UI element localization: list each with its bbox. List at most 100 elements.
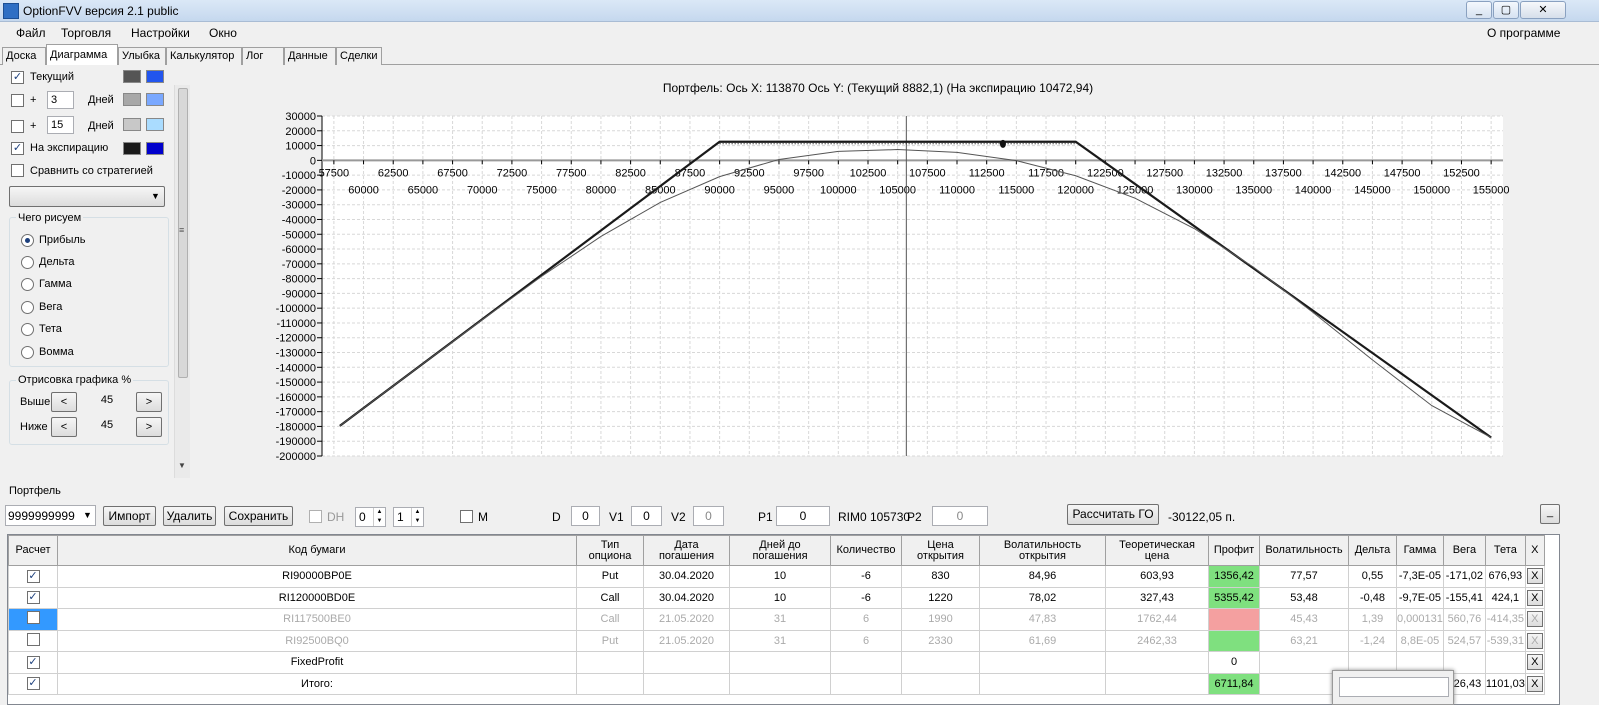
remove-row-button[interactable]: X	[1526, 589, 1543, 606]
remove-row-button[interactable]: X	[1526, 611, 1543, 628]
above-increase-button[interactable]: >	[136, 392, 162, 412]
current-color-swatch[interactable]	[123, 70, 141, 83]
radio-vomma[interactable]	[21, 346, 34, 359]
plus-days-2-input[interactable]: 15	[47, 116, 74, 134]
expiry-checkbox[interactable]: ✓	[11, 142, 24, 155]
tab-data[interactable]: Данные	[284, 47, 336, 65]
minimize-button[interactable]: _	[1466, 1, 1492, 19]
v2-field[interactable]: 0	[693, 506, 724, 526]
column-header[interactable]: Дней до погашения	[729, 535, 831, 566]
spin-arrows-icon[interactable]: ▲ ▼	[411, 508, 423, 526]
column-header[interactable]: Тета	[1484, 535, 1526, 566]
dh-checkbox[interactable]	[309, 510, 322, 523]
table-row[interactable]: RI92500BQ0 Put 21.05.2020 31 6 2330 61,69 2462,…	[8, 629, 1545, 652]
import-button[interactable]: Импорт	[103, 506, 156, 526]
restore-button[interactable]: ▢	[1493, 1, 1519, 19]
table-row[interactable]: ✓ Итого: 6711,84 826,43 1101,03 X	[8, 672, 1545, 695]
row-checkbox[interactable]: ✓	[26, 591, 40, 605]
menu-settings[interactable]: Настройки	[131, 26, 190, 40]
radio-profit[interactable]	[21, 234, 34, 247]
table-row[interactable]: ✓ RI120000BD0E Call 30.04.2020 10 -6 1220 78,02…	[8, 586, 1545, 609]
tab-calculator[interactable]: Калькулятор	[166, 47, 242, 65]
row-calc-cell[interactable]	[8, 629, 58, 652]
current-alt-color-swatch[interactable]	[146, 70, 164, 83]
row-checkbox[interactable]: ✓	[26, 655, 40, 669]
column-header[interactable]: Профит	[1208, 535, 1260, 566]
table-row[interactable]: ✓ FixedProfit 0 X	[8, 651, 1545, 674]
column-header[interactable]: Теоретическая цена	[1105, 535, 1209, 566]
below-increase-button[interactable]: >	[136, 417, 162, 437]
tab-smile[interactable]: Улыбка	[118, 47, 166, 65]
expiry-alt-color-swatch[interactable]	[146, 142, 164, 155]
row-calc-cell[interactable]	[8, 608, 58, 631]
column-header[interactable]: Вега	[1442, 535, 1486, 566]
close-button[interactable]: ✕	[1520, 1, 1566, 19]
column-header[interactable]: Волатильность открытия	[979, 535, 1106, 566]
collapse-button[interactable]: _	[1540, 504, 1560, 524]
m-checkbox[interactable]	[460, 510, 473, 523]
tab-board[interactable]: Доска	[2, 47, 46, 65]
strategy-dropdown[interactable]: ▼	[9, 186, 165, 207]
popup-window[interactable]	[1332, 670, 1454, 705]
menu-trading[interactable]: Торговля	[61, 26, 111, 40]
compare-checkbox[interactable]	[11, 164, 24, 177]
popup-input[interactable]	[1339, 677, 1449, 697]
row-checkbox[interactable]	[26, 611, 40, 625]
column-header[interactable]: Тип опциона	[576, 535, 644, 566]
table-row[interactable]: RI117500BE0 Call 21.05.2020 31 6 1990 47,83 176…	[8, 608, 1545, 631]
tab-diagram[interactable]: Диаграмма	[46, 44, 118, 66]
table-row[interactable]: ✓ RI90000BP0E Put 30.04.2020 10 -6 830 84,96 603…	[8, 565, 1545, 588]
spin1-input[interactable]: 0 ▲ ▼	[355, 507, 386, 527]
save-button[interactable]: Сохранить	[224, 506, 293, 526]
expiry-color-swatch[interactable]	[123, 142, 141, 155]
spin2-input[interactable]: 1 ▲ ▼	[393, 507, 424, 527]
plus-days-1-input[interactable]: 3	[47, 91, 74, 109]
plus1-alt-color-swatch[interactable]	[146, 93, 164, 106]
radio-vega[interactable]	[21, 301, 34, 314]
radio-theta[interactable]	[21, 323, 34, 336]
plus2-alt-color-swatch[interactable]	[146, 118, 164, 131]
v1-field[interactable]: 0	[631, 506, 662, 526]
scrollbar-thumb[interactable]: ≡	[178, 88, 188, 378]
remove-row-button[interactable]: X	[1526, 568, 1543, 585]
tab-deals[interactable]: Сделки	[336, 47, 382, 65]
delete-button[interactable]: Удалить	[163, 506, 216, 526]
column-header[interactable]: Дельта	[1348, 535, 1397, 566]
calculate-margin-button[interactable]: Рассчитать ГО	[1067, 504, 1159, 525]
current-checkbox[interactable]: ✓	[11, 71, 24, 84]
column-header[interactable]: Цена открытия	[901, 535, 980, 566]
plus1-color-swatch[interactable]	[123, 93, 141, 106]
column-header[interactable]: Гамма	[1396, 535, 1444, 566]
plus-days-2-checkbox[interactable]	[11, 120, 24, 133]
menu-about[interactable]: О программе	[1487, 26, 1560, 40]
radio-delta[interactable]	[21, 256, 34, 269]
tab-log[interactable]: Лог	[242, 47, 284, 65]
row-calc-cell[interactable]: ✓	[8, 651, 58, 674]
plus-days-1-checkbox[interactable]	[11, 94, 24, 107]
row-checkbox[interactable]: ✓	[26, 677, 40, 691]
menu-file[interactable]: Файл	[16, 26, 46, 40]
account-select[interactable]: 9999999999 ▼	[5, 505, 96, 526]
column-header[interactable]: Волатильность	[1259, 535, 1349, 566]
menu-window[interactable]: Окно	[209, 26, 237, 40]
remove-row-button[interactable]: X	[1526, 654, 1543, 671]
remove-row-button[interactable]: X	[1526, 675, 1543, 692]
left-panel-scrollbar[interactable]: ≡ ▼	[174, 85, 190, 478]
row-calc-cell[interactable]: ✓	[8, 586, 58, 609]
row-checkbox[interactable]	[26, 632, 40, 646]
column-header[interactable]: Расчет	[8, 535, 58, 566]
remove-row-button[interactable]: X	[1526, 632, 1543, 649]
radio-gamma[interactable]	[21, 278, 34, 291]
p2-field[interactable]: 0	[932, 506, 988, 526]
column-header[interactable]: Количество	[830, 535, 902, 566]
row-checkbox[interactable]: ✓	[26, 569, 40, 583]
scroll-down-icon[interactable]: ▼	[178, 461, 186, 470]
above-decrease-button[interactable]: <	[51, 392, 77, 412]
spin-arrows-icon[interactable]: ▲ ▼	[373, 508, 385, 526]
column-header[interactable]: Дата погашения	[643, 535, 730, 566]
row-calc-cell[interactable]: ✓	[8, 672, 58, 695]
column-header[interactable]: Код бумаги	[57, 535, 577, 566]
column-header[interactable]: X	[1524, 535, 1545, 566]
d-field[interactable]: 0	[571, 506, 600, 526]
row-calc-cell[interactable]: ✓	[8, 565, 58, 588]
